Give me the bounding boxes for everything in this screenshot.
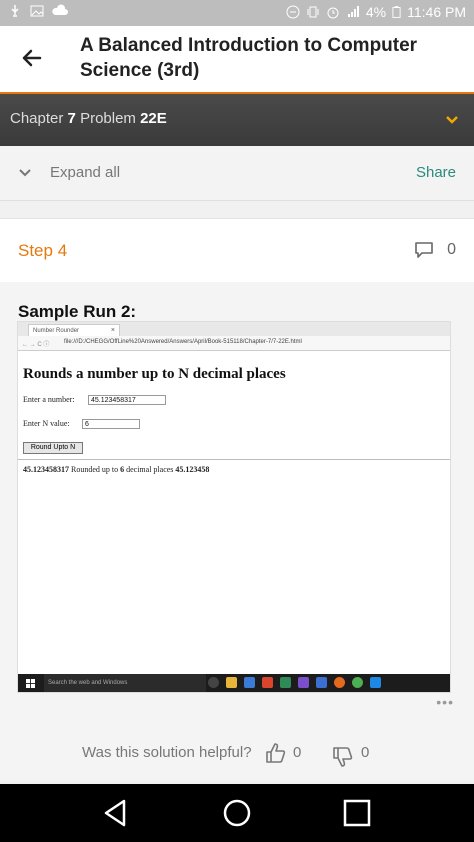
n-input: 6	[82, 419, 140, 429]
signal-icon	[347, 6, 359, 17]
excel-icon	[280, 677, 291, 688]
folder-icon	[226, 677, 237, 688]
thumbs-down-icon[interactable]	[332, 746, 354, 768]
image-icon	[30, 5, 44, 17]
clock: 11:46 PM	[407, 4, 466, 20]
expand-all-button[interactable]: Expand all	[50, 164, 120, 181]
taskbar-apps	[208, 677, 381, 688]
back-arrow-icon[interactable]	[18, 44, 46, 72]
nav-home-icon[interactable]	[222, 798, 252, 828]
comment-icon[interactable]	[414, 241, 434, 259]
upvote-count: 0	[293, 744, 302, 761]
expand-toolbar: Expand all Share	[0, 146, 474, 201]
sample-run-title: Sample Run 2:	[18, 302, 137, 321]
taskbar-search: Search the web and Windows	[44, 674, 206, 692]
thumbs-up-icon[interactable]	[265, 742, 287, 764]
android-nav-bar	[0, 784, 474, 842]
browser-nav-icons: ← → C ⓘ	[22, 342, 50, 348]
firefox-icon	[334, 677, 345, 688]
windows-taskbar: Search the web and Windows	[18, 674, 450, 692]
windows-start-icon	[26, 679, 35, 688]
n-label: Enter N value:	[23, 419, 70, 428]
word-icon	[316, 677, 327, 688]
downvote-count: 0	[361, 744, 370, 761]
store-icon	[244, 677, 255, 688]
browser-tab-strip: Number Rounder ×	[18, 322, 450, 336]
sample-run-screenshot: Number Rounder × ← → C ⓘ file:///D:/CHEG…	[18, 322, 450, 692]
edge-icon	[370, 677, 381, 688]
chrome-icon	[352, 677, 363, 688]
helpful-question: Was this solution helpful?	[82, 744, 252, 761]
browser-url: file:///D:/CHEGG/OffLine%20Answered/Answ…	[64, 339, 302, 345]
comment-count: 0	[447, 241, 456, 258]
number-input: 45.123458317	[88, 395, 166, 405]
round-button: Round Upto N	[23, 442, 83, 454]
app-icon	[298, 677, 309, 688]
share-button[interactable]: Share	[416, 164, 456, 181]
number-label: Enter a number:	[23, 395, 75, 404]
more-options-icon[interactable]: •••	[436, 694, 454, 710]
step-label: Step 4	[18, 241, 68, 260]
chevron-down-icon[interactable]	[444, 112, 460, 128]
task-view-icon	[208, 677, 219, 688]
nav-back-icon[interactable]	[100, 798, 130, 828]
app-bar: A Balanced Introduction to Computer Scie…	[0, 26, 474, 92]
book-title: A Balanced Introduction to Computer Scie…	[80, 35, 418, 81]
battery-icon	[392, 6, 401, 18]
browser-tab: Number Rounder ×	[28, 324, 120, 336]
expand-chevron-icon[interactable]	[18, 166, 32, 180]
minus-circle-icon	[286, 5, 300, 19]
vibrate-icon	[307, 6, 319, 18]
result-text: 45.123458317 Rounded up to 6 decimal pla…	[23, 465, 210, 474]
divider	[18, 459, 450, 460]
step-header[interactable]: Step 4 0	[0, 218, 474, 283]
alarm-icon	[327, 7, 339, 19]
browser-address-bar: ← → C ⓘ file:///D:/CHEGG/OffLine%20Answe…	[18, 336, 450, 351]
status-bar: 4% 11:46 PM	[0, 0, 474, 26]
chapter-problem-label: Chapter 7 Problem 22E	[10, 110, 167, 127]
cloud-icon	[52, 4, 68, 15]
office-icon	[262, 677, 273, 688]
chapter-selector[interactable]: Chapter 7 Problem 22E	[0, 94, 474, 146]
nav-recents-icon[interactable]	[342, 798, 372, 828]
battery-percent: 4%	[365, 4, 387, 20]
page-heading: Rounds a number up to N decimal places	[23, 366, 286, 382]
usb-icon	[11, 5, 19, 17]
